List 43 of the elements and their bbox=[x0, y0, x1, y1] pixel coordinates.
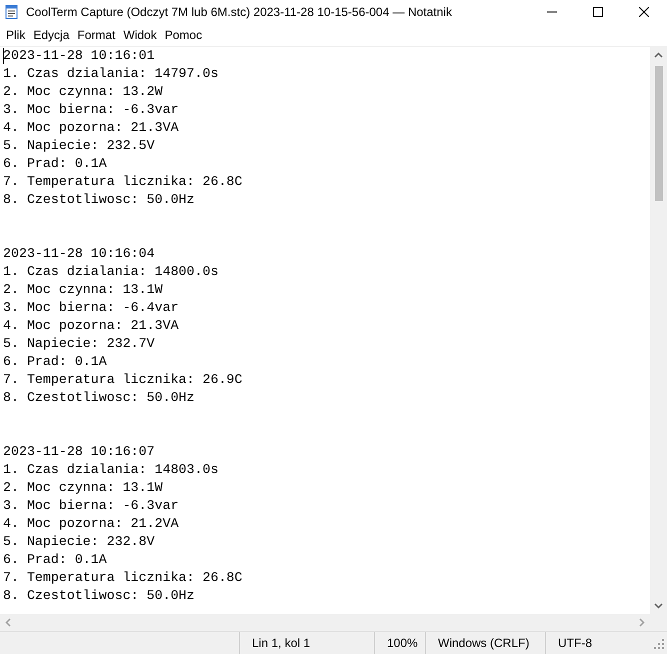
text-line: 2. Moc czynna: 13.1W bbox=[3, 479, 164, 497]
text-line: 8. Czestotliwosc: 50.0Hz bbox=[3, 191, 196, 209]
text-line: 6. Prad: 0.1A bbox=[3, 353, 108, 371]
maximize-icon bbox=[593, 7, 603, 17]
text-line: 8. Czestotliwosc: 50.0Hz bbox=[3, 587, 196, 605]
cursor-position: Lin 1, kol 1 bbox=[239, 632, 374, 654]
text-line: 1. Czas dzialania: 14797.0s bbox=[3, 65, 220, 83]
text-line: 8. Czestotliwosc: 50.0Hz bbox=[3, 389, 196, 407]
text-line: 2. Moc czynna: 13.1W bbox=[3, 281, 164, 299]
zoom-level: 100% bbox=[374, 632, 425, 654]
window-title: CoolTerm Capture (Odczyt 7M lub 6M.stc) 2023-11-28 10-15-56-004 — Notatnik bbox=[26, 5, 453, 19]
menu-item[interactable]: Edycja bbox=[29, 26, 74, 44]
text-line: 6. Prad: 0.1A bbox=[3, 155, 108, 173]
timestamp-line: 2023-11-28 10:16:07 bbox=[3, 443, 156, 461]
menu-item[interactable]: Format bbox=[73, 26, 120, 44]
notepad-icon bbox=[4, 4, 20, 20]
line-ending: Windows (CRLF) bbox=[425, 632, 545, 654]
encoding: UTF-8 bbox=[545, 632, 635, 654]
text-line: 3. Moc bierna: -6.3var bbox=[3, 497, 180, 515]
resize-grip-icon[interactable] bbox=[651, 636, 665, 650]
text-line: 4. Moc pozorna: 21.2VA bbox=[3, 515, 180, 533]
text-line: 3. Moc bierna: -6.3var bbox=[3, 101, 180, 119]
menu-item[interactable]: Plik bbox=[2, 26, 30, 44]
text-line: 7. Temperatura licznika: 26.9C bbox=[3, 371, 244, 389]
timestamp-line: 2023-11-28 10:16:04 bbox=[3, 245, 156, 263]
text-line: 3. Moc bierna: -6.4var bbox=[3, 299, 180, 317]
scroll-thumb[interactable] bbox=[654, 66, 662, 201]
text-line: 7. Temperatura licznika: 26.8C bbox=[3, 173, 244, 191]
timestamp-line: 2023-11-28 10:16:01 bbox=[3, 47, 156, 65]
menu-item[interactable]: Widok bbox=[119, 26, 161, 44]
text-line: 4. Moc pozorna: 21.3VA bbox=[3, 119, 180, 137]
menu-item[interactable]: Pomoc bbox=[160, 26, 206, 44]
text-line: 5. Napiecie: 232.8V bbox=[3, 533, 156, 551]
text-line: 1. Czas dzialania: 14800.0s bbox=[3, 263, 220, 281]
text-line: 2. Moc czynna: 13.2W bbox=[3, 83, 164, 101]
vertical-scrollbar[interactable] bbox=[650, 47, 667, 614]
text-line: 5. Napiecie: 232.5V bbox=[3, 137, 156, 155]
close-icon bbox=[639, 7, 649, 17]
text-line: 7. Temperatura licznika: 26.8C bbox=[3, 569, 244, 587]
text-line: 6. Prad: 0.1A bbox=[3, 551, 108, 569]
text-line: 5. Napiecie: 232.7V bbox=[3, 335, 156, 353]
text-line: 1. Czas dzialania: 14803.0s bbox=[3, 461, 220, 479]
text-line: 4. Moc pozorna: 21.3VA bbox=[3, 317, 180, 335]
